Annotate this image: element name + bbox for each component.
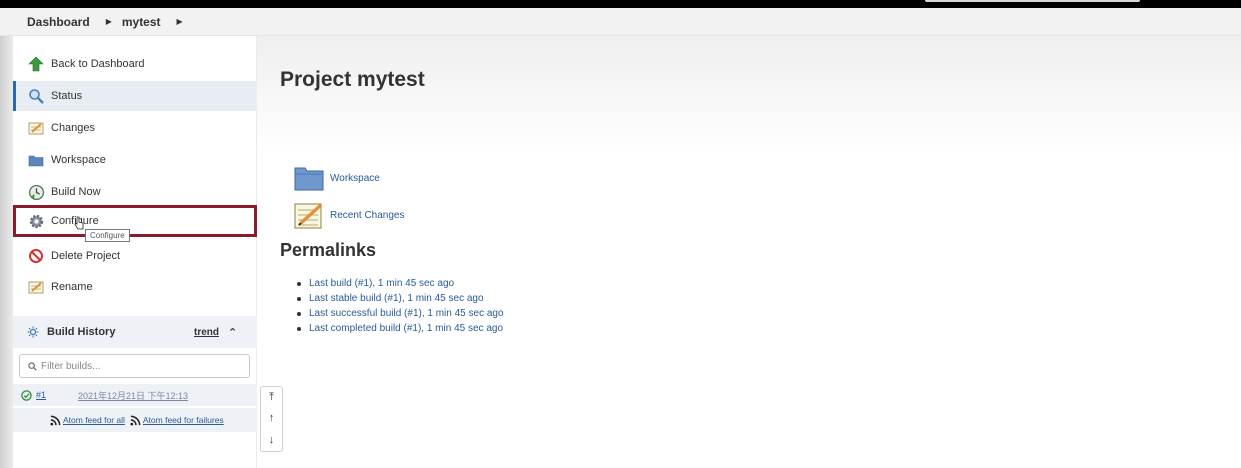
rss-icon [130, 415, 141, 426]
no-entry-icon [27, 247, 45, 265]
scroll-to-top-icon[interactable]: ⤒ [269, 392, 274, 403]
search-box-edge[interactable] [925, 0, 1140, 2]
page-title: Project mytest [280, 68, 425, 91]
permalink-last-stable-build[interactable]: Last stable build (#1), 1 min 45 sec ago [309, 293, 484, 304]
list-item: Last successful build (#1), 1 min 45 sec… [297, 306, 504, 321]
notepad-icon [293, 199, 325, 231]
folder-icon [27, 151, 45, 169]
gear-icon [27, 212, 45, 230]
permalinks-list: Last build (#1), 1 min 45 sec ago Last s… [297, 276, 504, 336]
sidebar: Back to Dashboard Status Changes Workspa… [13, 36, 257, 468]
notepad-icon [27, 278, 45, 296]
build-history-icon [27, 326, 39, 338]
magnifier-icon [27, 87, 45, 105]
filter-builds-field[interactable] [19, 354, 250, 378]
sidebar-item-back-to-dashboard[interactable]: Back to Dashboard [13, 49, 257, 79]
permalink-last-successful-build[interactable]: Last successful build (#1), 1 min 45 sec… [309, 308, 504, 319]
sidebar-item-configure[interactable]: Configure [13, 205, 257, 237]
sidebar-item-label: Workspace [51, 154, 106, 166]
configure-tooltip: Configure [85, 229, 130, 242]
folder-icon [293, 162, 325, 194]
sidebar-item-label: Delete Project [51, 250, 121, 262]
top-bar [0, 0, 1241, 8]
sidebar-item-rename[interactable]: Rename [13, 272, 257, 302]
window-edge [0, 36, 13, 468]
recent-changes-link-label[interactable]: Recent Changes [330, 210, 405, 221]
collapse-caret-icon[interactable]: ⌃ [228, 326, 237, 339]
breadcrumb-dashboard[interactable]: Dashboard [27, 15, 90, 29]
workspace-link[interactable]: Workspace [293, 162, 380, 194]
sidebar-item-delete-project[interactable]: Delete Project [13, 241, 257, 271]
atom-feed-failures-link[interactable]: Atom feed for failures [143, 415, 224, 425]
build-number-link[interactable]: #1 [36, 390, 46, 400]
breadcrumb: Dashboard ▶ mytest ▶ [0, 8, 1241, 36]
permalink-last-completed-build[interactable]: Last completed build (#1), 1 min 45 sec … [309, 323, 503, 334]
trend-link[interactable]: trend [194, 327, 219, 338]
build-history-title: Build History [47, 326, 116, 338]
rss-icon [50, 415, 61, 426]
sidebar-item-label: Changes [51, 122, 96, 134]
build-row[interactable]: #1 2021年12月21日 下午12:13 [13, 384, 257, 406]
list-item: Last completed build (#1), 1 min 45 sec … [297, 321, 504, 336]
build-date-link[interactable]: 2021年12月21日 下午12:13 [78, 389, 188, 402]
build-history-header: Build History trend ⌃ [13, 316, 257, 348]
chevron-right-icon[interactable]: ▶ [177, 17, 183, 26]
scroll-up-icon[interactable]: ↑ [269, 413, 275, 424]
permalink-last-build[interactable]: Last build (#1), 1 min 45 sec ago [309, 278, 454, 289]
scroll-down-icon[interactable]: ↓ [269, 434, 275, 446]
sidebar-item-workspace[interactable]: Workspace [13, 145, 257, 175]
list-item: Last stable build (#1), 1 min 45 sec ago [297, 291, 504, 306]
sidebar-item-build-now[interactable]: Build Now [13, 177, 257, 207]
sidebar-item-status[interactable]: Status [13, 81, 257, 111]
scroll-widget: ⤒ ↑ ↓ [260, 386, 283, 452]
success-status-icon [21, 389, 32, 401]
sidebar-item-label: Rename [51, 281, 93, 293]
sidebar-item-changes[interactable]: Changes [13, 113, 257, 143]
chevron-right-icon[interactable]: ▶ [106, 17, 112, 26]
workspace-link-label[interactable]: Workspace [330, 173, 380, 184]
sidebar-item-label: Back to Dashboard [51, 58, 145, 70]
permalinks-heading: Permalinks [280, 240, 377, 260]
notepad-icon [27, 119, 45, 137]
filter-builds-input[interactable] [41, 360, 241, 372]
list-item: Last build (#1), 1 min 45 sec ago [297, 276, 504, 291]
up-arrow-icon [27, 55, 45, 73]
hand-cursor-icon [74, 216, 84, 230]
atom-feeds: Atom feed for all Atom feed for failures [13, 408, 257, 432]
search-icon [28, 361, 37, 371]
sidebar-item-label: Status [51, 90, 83, 102]
breadcrumb-mytest[interactable]: mytest [122, 15, 161, 29]
atom-feed-all-link[interactable]: Atom feed for all [63, 415, 125, 425]
recent-changes-link[interactable]: Recent Changes [293, 199, 405, 231]
build-clock-icon [27, 183, 45, 201]
sidebar-item-label: Build Now [51, 186, 101, 198]
main-panel: Project mytest Workspace Recent Changes … [257, 36, 1241, 468]
